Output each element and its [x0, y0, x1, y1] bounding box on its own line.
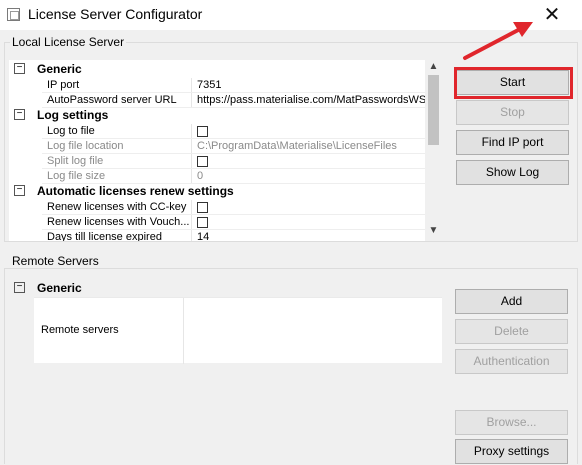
proxy-settings-button[interactable]: Proxy settings	[455, 439, 568, 464]
remote-servers-grid[interactable]: Remote servers	[34, 297, 442, 364]
property-row-days-till-expired[interactable]: Days till license expired 14	[9, 230, 426, 241]
local-property-grid[interactable]: − Generic IP port 7351 AutoPassword serv…	[9, 60, 426, 241]
category-label: Generic	[37, 281, 82, 295]
show-log-button[interactable]: Show Log	[456, 160, 569, 185]
close-button[interactable]: ✕	[540, 3, 564, 27]
column-divider	[191, 93, 192, 108]
column-divider	[191, 124, 192, 139]
category-label: Automatic licenses renew settings	[37, 184, 234, 198]
property-label: AutoPassword server URL	[47, 94, 177, 106]
column-divider	[191, 78, 192, 93]
property-row-log-file-size[interactable]: Log file size 0	[9, 169, 426, 184]
column-divider	[183, 298, 184, 364]
property-row-renew-voucher[interactable]: Renew licenses with Vouch...	[9, 215, 426, 230]
start-button-highlight	[454, 67, 573, 99]
collapse-toggle-icon[interactable]: −	[14, 185, 25, 196]
find-ip-port-button[interactable]: Find IP port	[456, 130, 569, 155]
collapse-toggle-icon[interactable]: −	[14, 63, 25, 74]
delete-button[interactable]: Delete	[455, 319, 568, 344]
property-row-renew-cc-key[interactable]: Renew licenses with CC-key	[9, 200, 426, 215]
window-title: License Server Configurator	[28, 6, 203, 22]
category-label: Generic	[37, 62, 82, 76]
category-generic[interactable]: − Generic	[9, 62, 426, 77]
title-bar: License Server Configurator ✕	[0, 0, 582, 30]
scroll-up-arrow-icon[interactable]: ▲	[425, 60, 442, 74]
property-row-ip-port[interactable]: IP port 7351	[9, 78, 426, 93]
category-label: Log settings	[37, 108, 109, 122]
property-row-log-to-file[interactable]: Log to file	[9, 124, 426, 139]
property-value[interactable]: 7351	[197, 78, 426, 93]
renew-voucher-checkbox[interactable]	[197, 217, 208, 228]
remote-servers-title: Remote Servers	[10, 254, 101, 268]
property-label: Days till license expired	[47, 231, 162, 241]
column-divider	[191, 215, 192, 230]
split-log-file-checkbox[interactable]	[197, 156, 208, 167]
property-label: Log to file	[47, 125, 95, 137]
property-row-split-log-file[interactable]: Split log file	[9, 154, 426, 169]
window-icon	[7, 8, 20, 21]
property-label: Renew licenses with Vouch...	[47, 216, 189, 228]
stop-button[interactable]: Stop	[456, 100, 569, 125]
log-to-file-checkbox[interactable]	[197, 126, 208, 137]
authentication-button[interactable]: Authentication	[455, 349, 568, 374]
scroll-down-arrow-icon[interactable]: ▼	[425, 224, 442, 238]
column-divider	[191, 139, 192, 154]
property-grid-scrollbar[interactable]: ▲ ▼	[425, 60, 442, 241]
property-label: Split log file	[47, 155, 104, 167]
local-license-server-title: Local License Server	[10, 35, 127, 49]
browse-button[interactable]: Browse...	[455, 410, 568, 435]
property-label: Log file location	[47, 140, 124, 152]
property-label: IP port	[47, 79, 80, 91]
column-divider	[191, 169, 192, 184]
column-divider	[191, 200, 192, 215]
remote-servers-label: Remote servers	[41, 324, 119, 336]
property-value[interactable]: C:\ProgramData\Materialise\LicenseFiles	[197, 139, 426, 154]
property-row-log-file-location[interactable]: Log file location C:\ProgramData\Materia…	[9, 139, 426, 154]
column-divider	[191, 154, 192, 169]
add-button[interactable]: Add	[455, 289, 568, 314]
collapse-toggle-icon[interactable]: −	[14, 282, 25, 293]
category-auto-renew-settings[interactable]: − Automatic licenses renew settings	[9, 184, 426, 199]
collapse-toggle-icon[interactable]: −	[14, 109, 25, 120]
property-label: Renew licenses with CC-key	[47, 201, 187, 213]
renew-cc-key-checkbox[interactable]	[197, 202, 208, 213]
property-value[interactable]: 0	[197, 169, 426, 184]
property-value[interactable]: https://pass.materialise.com/MatPassword…	[197, 93, 426, 108]
remote-category-generic[interactable]: − Generic	[9, 281, 441, 296]
property-value[interactable]: 14	[197, 230, 426, 241]
property-label: Log file size	[47, 170, 106, 182]
column-divider	[191, 230, 192, 241]
category-log-settings[interactable]: − Log settings	[9, 108, 426, 123]
property-row-autopassword-url[interactable]: AutoPassword server URL https://pass.mat…	[9, 93, 426, 108]
scroll-thumb[interactable]	[428, 75, 439, 145]
